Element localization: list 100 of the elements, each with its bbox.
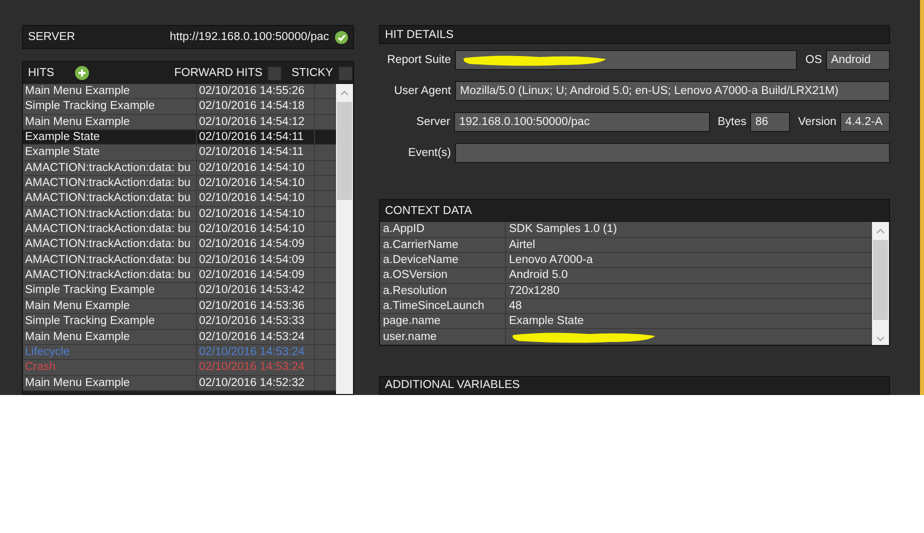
hit-time: 02/10/2016 14:54:10: [197, 191, 315, 206]
context-key: a.TimeSinceLaunch: [380, 298, 506, 314]
hit-name: AMACTION:trackAction:data: bu: [23, 222, 197, 236]
hit-row[interactable]: AMACTION:trackAction:data: bu 02/10/2016 14:54:09: [23, 252, 336, 268]
panel-title: HITS: [28, 67, 56, 79]
hit-name: Main Menu Example: [23, 84, 197, 98]
panel-title: HIT DETAILS: [385, 28, 454, 41]
checkbox[interactable]: [267, 66, 282, 80]
text-field[interactable]: Android: [826, 50, 890, 70]
hit-name: Simple Tracking Example: [23, 283, 197, 298]
hit-row[interactable]: AMACTION:trackAction:data: bu 02/10/2016 14:54:10: [23, 191, 336, 207]
text-field[interactable]: 86: [750, 112, 790, 132]
hit-name: AMACTION:trackAction:data: bu: [23, 160, 197, 176]
hit-time: 02/10/2016 14:54:09: [197, 237, 315, 252]
panel-title: CONTEXT DATA: [385, 205, 472, 218]
hit-name: Example State: [23, 145, 197, 160]
field-label: Server: [415, 116, 450, 128]
scroll-up-icon: [340, 90, 349, 96]
hit-time: 02/10/2016 14:54:18: [197, 99, 315, 114]
context-key: a.Resolution: [380, 284, 506, 298]
field-label: Bytes: [718, 116, 746, 128]
hit-time: 02/10/2016 14:52:32: [197, 376, 315, 390]
scroll-down-icon: [876, 336, 885, 342]
add-icon[interactable]: [75, 66, 89, 80]
hit-row[interactable]: Simple Tracking Example 02/10/2016 14:53:33: [23, 314, 336, 330]
hit-name: Main Menu Example: [23, 298, 197, 314]
text-field[interactable]: [455, 143, 890, 164]
context-value: 48: [508, 298, 523, 314]
hit-name: AMACTION:trackAction:data: bu: [23, 237, 197, 252]
hit-time: 02/10/2016 14:54:10: [197, 222, 315, 236]
hit-time: 02/10/2016 14:54:10: [197, 160, 315, 176]
text-field[interactable]: 192.168.0.100:50000/pac: [454, 112, 710, 132]
text-field[interactable]: 4.4.2-A: [840, 112, 890, 132]
hit-name: Lifecycle: [23, 344, 197, 360]
context-key: page.name: [380, 314, 506, 328]
context-key: user.name: [380, 329, 506, 344]
context-value: Lenovo A7000-a: [508, 253, 594, 268]
hit-time: 02/10/2016 14:55:26: [197, 84, 315, 98]
hit-row[interactable]: Simple Tracking Example 02/10/2016 14:54:18: [23, 99, 336, 115]
hit-name: AMACTION:trackAction:data: bu: [23, 252, 197, 268]
scrollbar[interactable]: [336, 84, 353, 394]
context-value: SDK Samples 1.0 (1): [508, 222, 618, 237]
hit-row[interactable]: AMACTION:trackAction:data: bu 02/10/2016 14:54:10: [23, 176, 336, 192]
hit-time: 02/10/2016 14:53:36: [197, 298, 315, 314]
scrollbar[interactable]: [872, 222, 889, 345]
field-label: Report Suite: [386, 54, 451, 66]
hit-time: 02/10/2016 14:54:10: [197, 206, 315, 222]
hit-row[interactable]: Simple Tracking Example 02/10/2016 14:53:42: [23, 283, 336, 299]
hit-time: 02/10/2016 14:53:24: [197, 330, 315, 344]
hit-time: 02/10/2016 14:53:24: [197, 360, 315, 375]
hit-row[interactable]: Main Menu Example 02/10/2016 14:53:24: [23, 330, 336, 345]
hit-name: AMACTION:trackAction:data: bu: [23, 268, 197, 282]
scroll-up-icon: [876, 228, 885, 234]
hit-row[interactable]: AMACTION:trackAction:data: bu 02/10/2016 14:54:09: [23, 268, 336, 284]
hit-name: Main Menu Example: [23, 376, 197, 390]
hit-row[interactable]: AMACTION:trackAction:data: bu 02/10/2016 14:54:09: [23, 237, 336, 253]
text-field[interactable]: [455, 50, 798, 70]
hit-time: 02/10/2016 14:54:11: [197, 130, 315, 144]
hit-time: 02/10/2016 14:54:09: [197, 268, 315, 282]
hit-row[interactable]: Main Menu Example 02/10/2016 14:52:32: [23, 376, 336, 391]
panel-title: SERVER: [28, 31, 76, 43]
hit-row[interactable]: AMACTION:trackAction:data: bu 02/10/2016 14:54:10: [23, 206, 336, 222]
hit-time: 02/10/2016 14:54:10: [197, 176, 315, 190]
hit-row[interactable]: AMACTION:trackAction:data: bu 02/10/2016 14:54:10: [23, 222, 336, 238]
context-key: a.DeviceName: [380, 252, 506, 268]
hit-row[interactable]: Example State 02/10/2016 14:54:11: [23, 145, 336, 161]
hit-time: 02/10/2016 14:54:12: [197, 114, 315, 130]
hit-name: AMACTION:trackAction:data: bu: [23, 206, 197, 222]
hit-name: Simple Tracking Example: [23, 314, 197, 328]
server-url: http://192.168.0.100:50000/pac: [170, 31, 329, 43]
checkbox-label: STICKY: [291, 67, 333, 79]
field-label: OS: [805, 54, 822, 66]
field-label: Event(s): [407, 147, 451, 160]
field-label: Version: [798, 116, 836, 128]
hit-row[interactable]: Main Menu Example 02/10/2016 14:53:36: [23, 298, 336, 314]
hit-name: Example State: [23, 130, 197, 144]
hit-row[interactable]: Example State 02/10/2016 14:54:11: [23, 130, 336, 146]
hit-name: Simple Tracking Example: [23, 99, 197, 114]
context-key: a.AppID: [380, 222, 506, 237]
panel-title: ADDITIONAL VARIABLES: [385, 379, 520, 392]
context-value: Airtel: [508, 238, 536, 252]
context-key: a.OSVersion: [380, 268, 506, 282]
checkbox[interactable]: [338, 66, 353, 80]
hit-time: 02/10/2016 14:53:42: [197, 283, 315, 298]
hit-name: AMACTION:trackAction:data: bu: [23, 191, 197, 206]
context-value: 720x1280: [508, 284, 561, 298]
field-label: User Agent: [393, 85, 451, 98]
checkbox-label: FORWARD HITS: [174, 67, 262, 79]
hit-time: 02/10/2016 14:54:09: [197, 252, 315, 268]
hit-row[interactable]: Main Menu Example 02/10/2016 14:54:12: [23, 114, 336, 130]
hit-row[interactable]: Main Menu Example 02/10/2016 14:55:26: [23, 84, 336, 100]
hit-time: 02/10/2016 14:53:24: [197, 344, 315, 360]
hit-row[interactable]: AMACTION:trackAction:data: bu 02/10/2016 14:54:10: [23, 160, 336, 176]
hit-time: 02/10/2016 14:53:33: [197, 314, 315, 328]
scroll-thumb[interactable]: [873, 240, 888, 320]
context-key: a.CarrierName: [380, 238, 506, 252]
hit-name: Crash: [23, 360, 197, 375]
text-field[interactable]: Mozilla/5.0 (Linux; U; Android 5.0; en-US; Lenovo A7000-a Build/LRX21M): [455, 81, 890, 102]
hit-name: Main Menu Example: [23, 330, 197, 344]
scroll-thumb[interactable]: [337, 102, 352, 200]
